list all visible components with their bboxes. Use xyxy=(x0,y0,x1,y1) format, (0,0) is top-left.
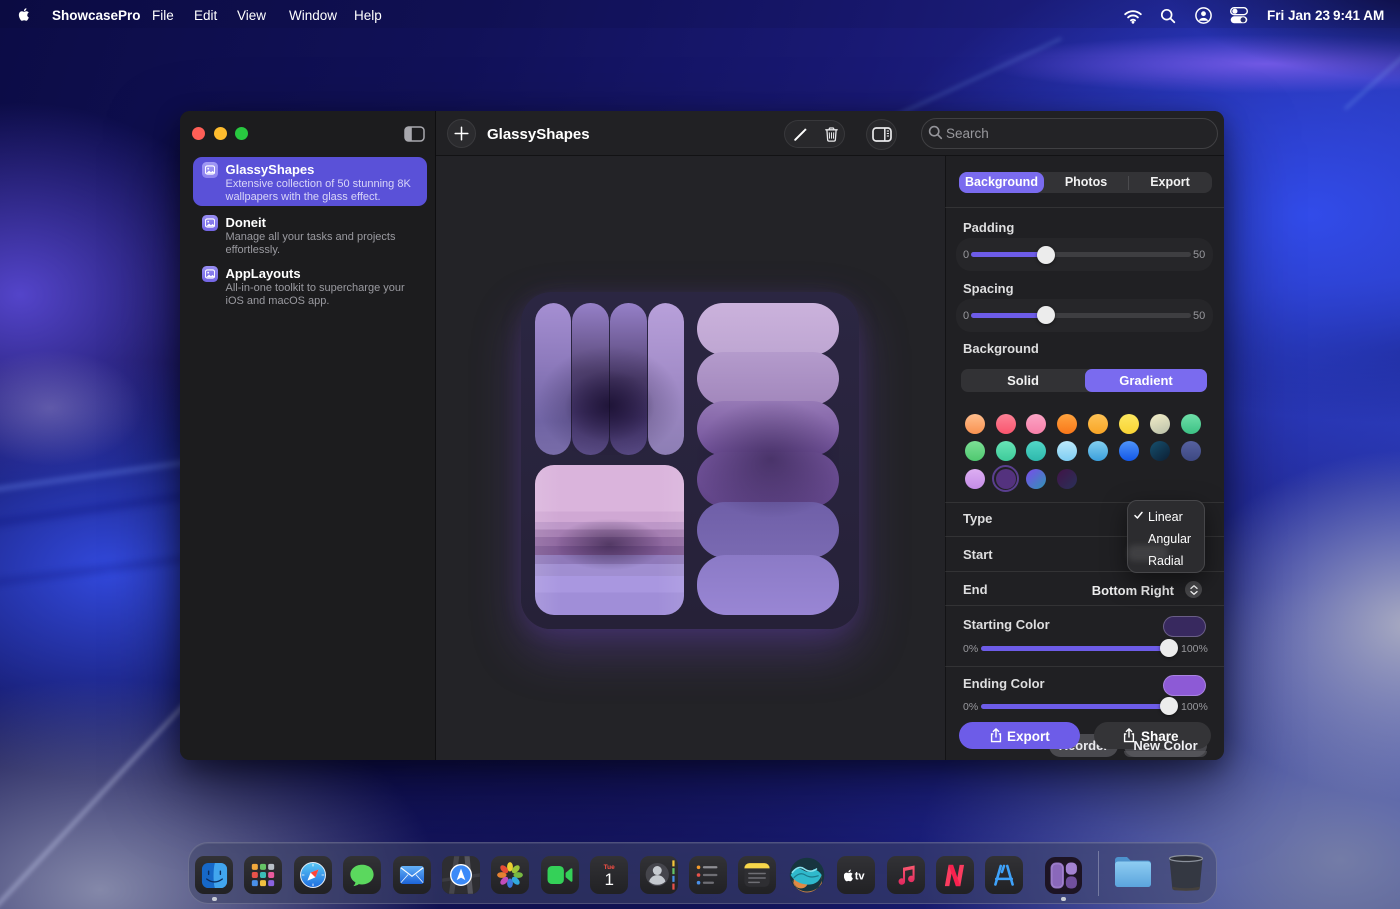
svg-text:tv: tv xyxy=(855,870,866,882)
